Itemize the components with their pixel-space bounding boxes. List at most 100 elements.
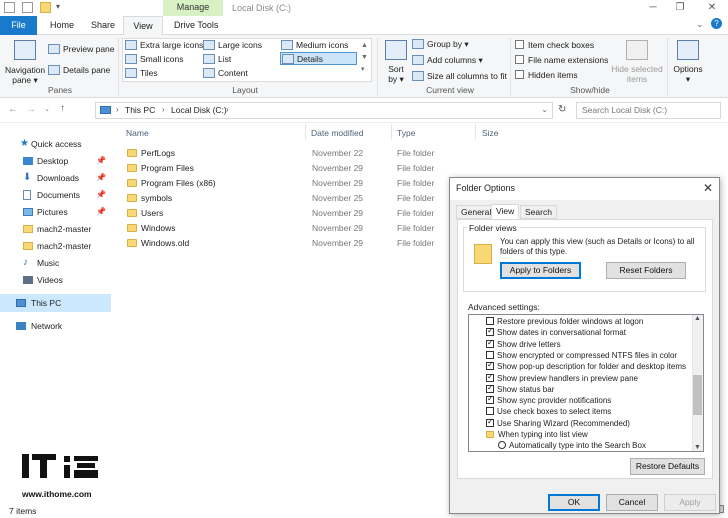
ok-button[interactable]: OK (548, 494, 600, 511)
tab-view[interactable]: View (123, 16, 163, 36)
checkbox[interactable] (515, 55, 524, 64)
nav-item-downloads[interactable]: ⬇ Downloads 📌 (0, 170, 110, 186)
checkmark-icon[interactable] (22, 2, 33, 13)
column-header-date[interactable]: Date modified (311, 128, 363, 138)
help-icon[interactable]: ? (711, 18, 722, 29)
tab-share[interactable]: Share (83, 16, 123, 35)
recent-locations-icon[interactable]: ⌄ (44, 105, 50, 113)
size-all-columns-button[interactable]: Size all columns to fit (412, 71, 507, 81)
column-header-name[interactable]: Name (126, 128, 149, 138)
up-arrow-icon[interactable]: ↑ (60, 103, 65, 114)
pin-icon[interactable]: 📌 (96, 170, 106, 186)
scrollbar-thumb[interactable] (693, 375, 702, 415)
hide-selected-items-button[interactable]: Hide selected items (610, 64, 664, 84)
checkbox[interactable] (515, 70, 524, 79)
scroll-down-icon[interactable]: ▼ (694, 444, 701, 451)
scroll-up-icon[interactable]: ▲ (694, 315, 701, 322)
nav-item-desktop[interactable]: Desktop 📌 (0, 153, 110, 169)
setting-row[interactable]: Show sync provider notifications (469, 393, 693, 406)
layout-content[interactable]: Content (203, 68, 248, 78)
nav-item-mach2-master[interactable]: mach2-master (0, 238, 110, 254)
checkbox[interactable] (486, 350, 494, 359)
column-divider[interactable] (305, 124, 306, 140)
column-divider[interactable] (391, 124, 392, 140)
checkbox[interactable] (486, 407, 494, 416)
breadcrumb-local-disk[interactable]: Local Disk (C:) (171, 105, 227, 115)
item-check-boxes-toggle[interactable]: Item check boxes (515, 40, 594, 50)
tab-search[interactable]: Search (520, 205, 557, 219)
checkbox[interactable] (486, 393, 494, 405)
back-arrow-icon[interactable]: ← (8, 104, 18, 115)
column-header-type[interactable]: Type (397, 128, 415, 138)
nav-quick-access[interactable]: ★ Quick access (0, 136, 110, 152)
setting-row[interactable]: Show pop-up description for folder and d… (469, 359, 693, 372)
breadcrumb-this-pc[interactable]: This PC (125, 105, 155, 115)
setting-row[interactable]: Show preview handlers in preview pane (469, 371, 693, 384)
pin-icon[interactable]: 📌 (96, 204, 106, 220)
checkbox[interactable] (486, 371, 494, 382)
qat-dropdown-icon[interactable]: ▾ (56, 2, 60, 11)
setting-row[interactable]: Use Sharing Wizard (Recommended) (469, 416, 693, 429)
group-by-button[interactable]: Group by ▾ (412, 39, 469, 50)
options-button[interactable]: Options ▾ (671, 64, 705, 84)
search-input[interactable]: Search Local Disk (C:) (576, 102, 721, 119)
forward-arrow-icon[interactable]: → (26, 104, 36, 115)
checkbox[interactable] (486, 325, 494, 337)
setting-row[interactable]: Show encrypted or compressed NTFS files … (469, 350, 693, 361)
advanced-list-scrollbar[interactable]: ▲ ▼ (692, 315, 703, 451)
details-pane-button[interactable]: Details pane (48, 65, 110, 75)
checkbox[interactable] (486, 337, 494, 348)
properties-icon[interactable] (4, 2, 15, 13)
nav-item-documents[interactable]: Documents 📌 (0, 187, 110, 203)
nav-item-pictures[interactable]: Pictures 📌 (0, 204, 110, 220)
layout-list[interactable]: List (203, 54, 231, 64)
tab-home[interactable]: Home (42, 16, 82, 35)
minimize-button[interactable]: ─ (638, 0, 668, 16)
apply-to-folders-button[interactable]: Apply to Folders (500, 262, 581, 279)
new-folder-icon[interactable] (40, 2, 51, 13)
checkbox[interactable] (486, 317, 494, 325)
pin-icon[interactable]: 📌 (96, 187, 106, 203)
advanced-settings-list[interactable]: Restore previous folder windows at logon… (468, 314, 704, 452)
checkbox[interactable] (486, 359, 494, 371)
tab-view[interactable]: View (491, 204, 520, 219)
layout-details[interactable]: Details (280, 52, 357, 65)
radio-button[interactable] (498, 441, 506, 450)
layout-extra-large-icons[interactable]: Extra large icons (125, 40, 203, 50)
preview-pane-button[interactable]: Preview pane (48, 44, 115, 54)
tab-drive-tools[interactable]: Drive Tools (166, 16, 226, 35)
checkbox[interactable] (486, 382, 494, 393)
address-dropdown-icon[interactable]: ⌄ (541, 105, 548, 114)
nav-item-videos[interactable]: Videos (0, 272, 110, 288)
layout-medium-icons[interactable]: Medium icons (281, 40, 348, 50)
address-box[interactable]: › This PC › Local Disk (C:) › ⌄ (95, 102, 553, 119)
hidden-items-toggle[interactable]: Hidden items (515, 70, 578, 80)
reset-folders-button[interactable]: Reset Folders (606, 262, 686, 279)
manage-context-tab[interactable]: Manage (163, 0, 223, 16)
file-row[interactable]: Program Files November 29 File folder (120, 161, 560, 176)
nav-item-mach2-master[interactable]: mach2-master (0, 221, 110, 237)
cancel-button[interactable]: Cancel (606, 494, 658, 511)
file-name-extensions-toggle[interactable]: File name extensions (515, 55, 608, 65)
apply-button[interactable]: Apply (664, 494, 716, 511)
setting-row[interactable]: Restore previous folder windows at logon (469, 316, 693, 327)
setting-row[interactable]: Show drive letters (469, 337, 693, 350)
setting-row[interactable]: Use check boxes to select items (469, 406, 693, 417)
refresh-icon[interactable]: ↻ (558, 104, 566, 115)
nav-item-music[interactable]: ♪ Music (0, 255, 110, 271)
setting-row[interactable]: Show dates in conversational format (469, 325, 693, 338)
maximize-button[interactable]: ❐ (665, 0, 695, 16)
layout-large-icons[interactable]: Large icons (203, 40, 262, 50)
pin-icon[interactable]: 📌 (96, 153, 106, 169)
close-window-button[interactable]: ✕ (697, 0, 727, 16)
checkbox[interactable] (486, 416, 494, 427)
file-row[interactable]: PerfLogs November 22 File folder (120, 146, 560, 161)
close-icon[interactable]: ✕ (703, 181, 713, 195)
tab-file[interactable]: File (0, 16, 37, 35)
add-columns-button[interactable]: Add columns ▾ (412, 55, 483, 66)
checkbox[interactable] (515, 40, 524, 49)
navigation-pane-button[interactable]: Navigation pane ▾ (5, 65, 45, 85)
setting-row[interactable]: Show status bar (469, 382, 693, 395)
sort-by-button[interactable]: Sort by ▾ (384, 64, 408, 84)
column-header-size[interactable]: Size (482, 128, 499, 138)
